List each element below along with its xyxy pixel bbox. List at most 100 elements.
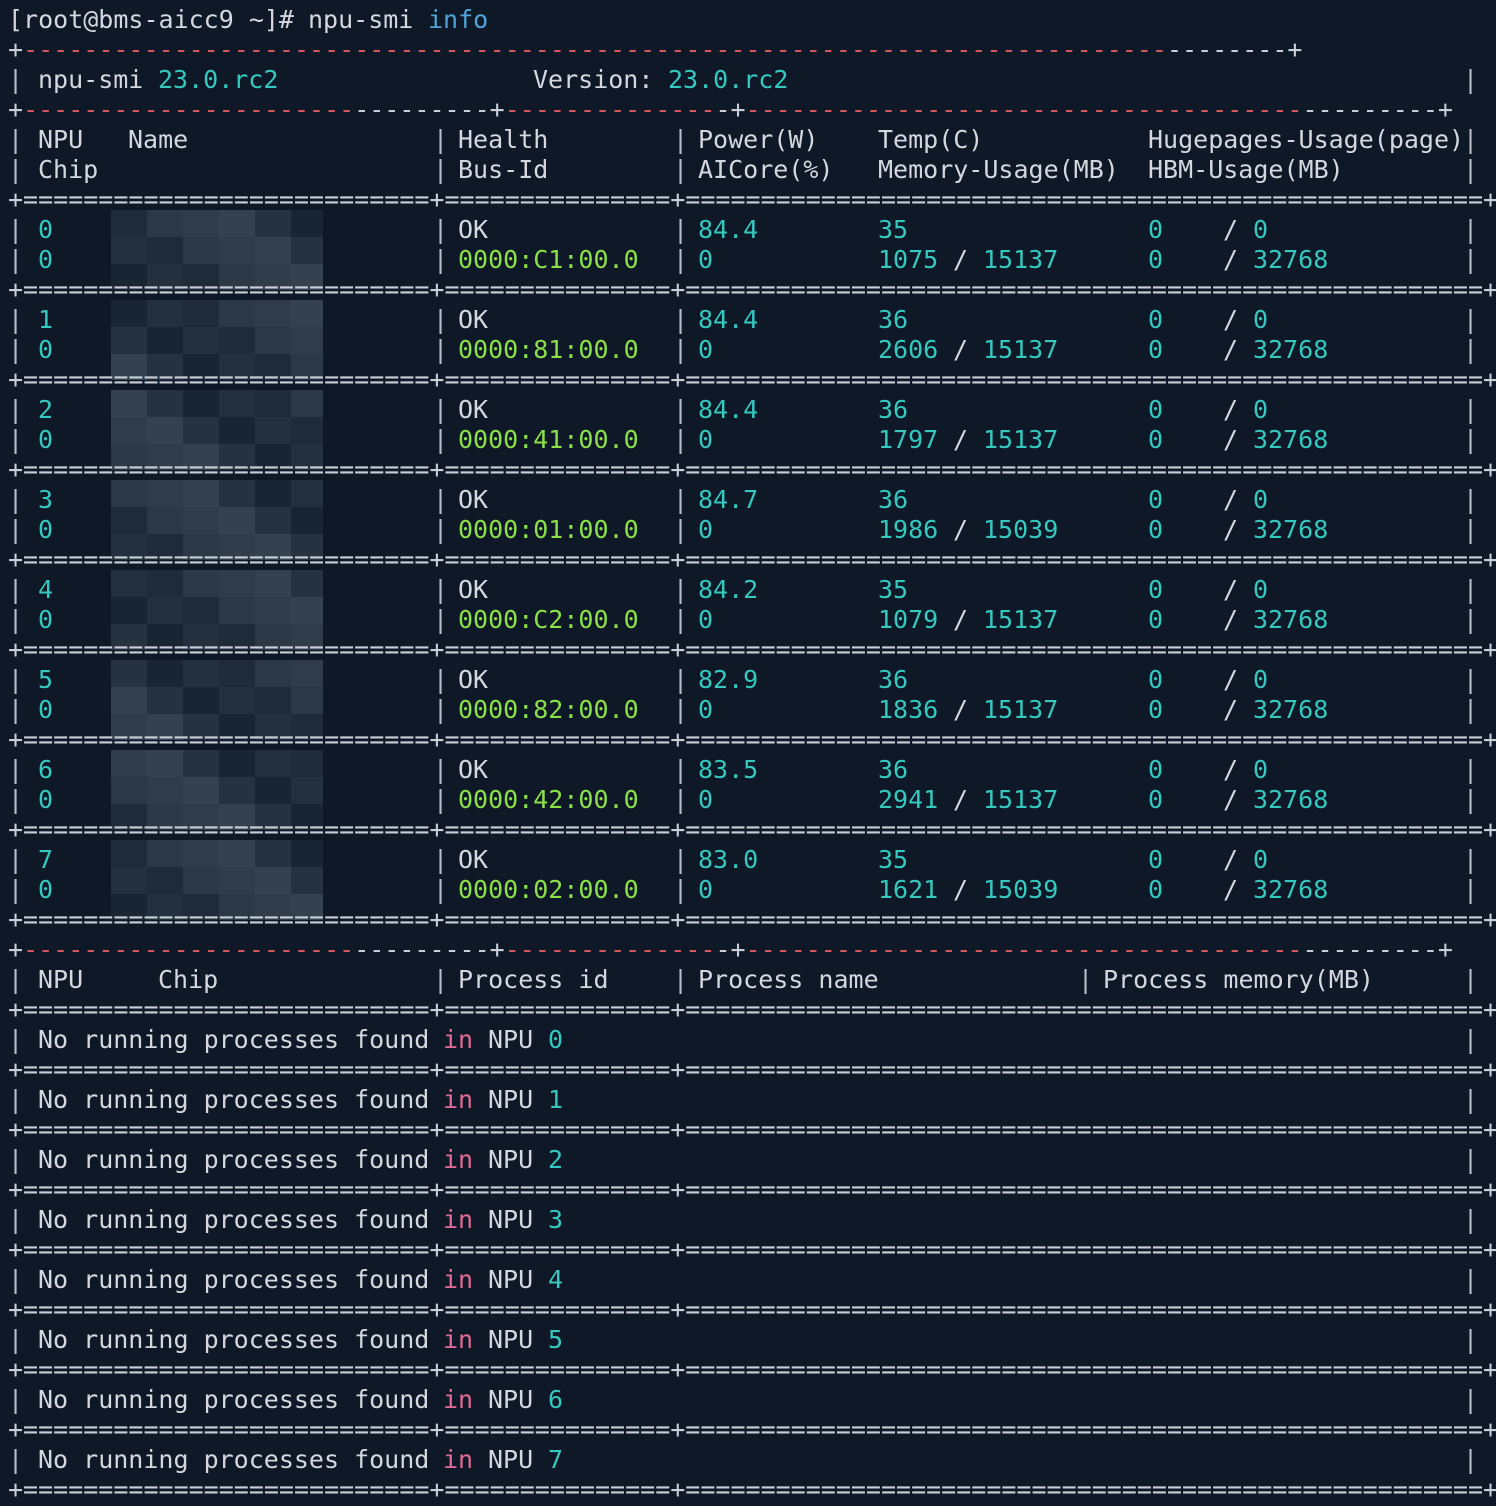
health-status: OK	[458, 395, 489, 424]
prompt-user-host: [root@bms-aicc9 ~]#	[8, 5, 294, 34]
pcol-process-memory: Process memory(MB)	[1103, 965, 1374, 994]
process-npu-id: 3	[548, 1205, 564, 1234]
process-npu-id: 7	[548, 1445, 564, 1474]
npu-id: 7	[38, 845, 54, 874]
process-table-header: | NPU Chip | Process id | Process name |…	[8, 965, 1479, 994]
memory-total: 15137	[983, 695, 1059, 724]
bus-id: 0000:42:00.0	[458, 785, 639, 814]
temp-value: 36	[878, 395, 909, 424]
process-status-text: No running processes found	[38, 1025, 430, 1054]
npu-id: 3	[38, 485, 54, 514]
hbm-used: 0	[1148, 605, 1164, 634]
aicore-value: 0	[698, 425, 714, 454]
keyword-in: in	[443, 1025, 474, 1054]
bus-id: 0000:01:00.0	[458, 515, 639, 544]
process-status-text: No running processes found	[38, 1205, 430, 1234]
memory-used: 1079	[878, 605, 939, 634]
process-npu-id: 4	[548, 1265, 564, 1294]
power-value: 84.4	[698, 395, 759, 424]
process-row-separator: +===========================+===========…	[8, 1115, 1496, 1144]
hugepages-used: 0	[1148, 665, 1164, 694]
process-row-separator: +===========================+===========…	[8, 1055, 1496, 1084]
tool-name: npu-smi	[38, 65, 144, 94]
process-row-separator: +===========================+===========…	[8, 1235, 1496, 1264]
memory-used: 1621	[878, 875, 939, 904]
process-row-separator: +===========================+===========…	[8, 995, 1496, 1024]
hugepages-used: 0	[1148, 395, 1164, 424]
keyword-in: in	[443, 1325, 474, 1354]
chip-id: 0	[38, 605, 54, 634]
process-npu-id: 2	[548, 1145, 564, 1174]
hbm-total: 32768	[1253, 245, 1329, 274]
hbm-used: 0	[1148, 425, 1164, 454]
pcol-npu: NPU	[38, 965, 84, 994]
chip-id: 0	[38, 425, 54, 454]
hbm-used: 0	[1148, 695, 1164, 724]
temp-value: 36	[878, 485, 909, 514]
hbm-used: 0	[1148, 245, 1164, 274]
col-hbm-usage: HBM-Usage(MB)	[1148, 155, 1344, 184]
power-value: 84.7	[698, 485, 759, 514]
process-npu-id: 5	[548, 1325, 564, 1354]
header-line: | npu-smi 23.0.rc2 Version: 23.0.rc2 |	[8, 65, 1479, 94]
header-border: +-------------------------------+-------…	[8, 95, 1453, 124]
process-status-text: No running processes found	[38, 1325, 430, 1354]
npu-row-separator: +===========================+===========…	[8, 905, 1496, 934]
keyword-in: in	[443, 1205, 474, 1234]
terminal-window[interactable]: [root@bms-aicc9 ~]# npu-smi info +------…	[0, 0, 1496, 1506]
hbm-total: 32768	[1253, 515, 1329, 544]
health-status: OK	[458, 215, 489, 244]
health-status: OK	[458, 485, 489, 514]
chip-id: 0	[38, 515, 54, 544]
version-label: Version:	[533, 65, 654, 94]
npu-label: NPU	[488, 1205, 534, 1234]
pcol-chip: Chip	[158, 965, 219, 994]
hugepages-total: 0	[1253, 395, 1269, 424]
memory-total: 15137	[983, 785, 1059, 814]
npu-id: 1	[38, 305, 54, 334]
memory-used: 2606	[878, 335, 939, 364]
npu-id: 5	[38, 665, 54, 694]
process-npu-id: 0	[548, 1025, 564, 1054]
hugepages-total: 0	[1253, 305, 1269, 334]
prompt-command: npu-smi	[308, 5, 414, 34]
col-hugepages: Hugepages-Usage(page)	[1148, 125, 1465, 154]
bus-id: 0000:C2:00.0	[458, 605, 639, 634]
temp-value: 35	[878, 215, 909, 244]
aicore-value: 0	[698, 875, 714, 904]
memory-used: 1986	[878, 515, 939, 544]
hugepages-total: 0	[1253, 575, 1269, 604]
bus-id: 0000:81:00.0	[458, 335, 639, 364]
hugepages-used: 0	[1148, 575, 1164, 604]
temp-value: 36	[878, 305, 909, 334]
col-chip: Chip	[38, 155, 99, 184]
process-row-separator: +===========================+===========…	[8, 1355, 1496, 1384]
npu-id: 4	[38, 575, 54, 604]
tool-version: 23.0.rc2	[158, 65, 279, 94]
memory-used: 1836	[878, 695, 939, 724]
temp-value: 35	[878, 575, 909, 604]
process-npu-id: 1	[548, 1085, 564, 1114]
power-value: 83.0	[698, 845, 759, 874]
process-status-text: No running processes found	[38, 1385, 430, 1414]
power-value: 84.4	[698, 305, 759, 334]
process-table-top-border: +-------------------------------+-------…	[8, 935, 1453, 964]
process-row-separator: +===========================+===========…	[8, 1295, 1496, 1324]
process-status-text: No running processes found	[38, 1085, 430, 1114]
npu-label: NPU	[488, 1025, 534, 1054]
npu-id: 2	[38, 395, 54, 424]
chip-id: 0	[38, 335, 54, 364]
process-row-separator: +===========================+===========…	[8, 1175, 1496, 1204]
pcol-process-id: Process id	[458, 965, 609, 994]
process-npu-id: 6	[548, 1385, 564, 1414]
keyword-in: in	[443, 1445, 474, 1474]
hugepages-total: 0	[1253, 845, 1269, 874]
keyword-in: in	[443, 1265, 474, 1294]
process-status-text: No running processes found	[38, 1145, 430, 1174]
memory-used: 1797	[878, 425, 939, 454]
hbm-used: 0	[1148, 335, 1164, 364]
process-status-text: No running processes found	[38, 1265, 430, 1294]
top-border: +---------------------------------------…	[8, 35, 1303, 64]
col-name: Name	[128, 125, 189, 154]
hbm-used: 0	[1148, 875, 1164, 904]
